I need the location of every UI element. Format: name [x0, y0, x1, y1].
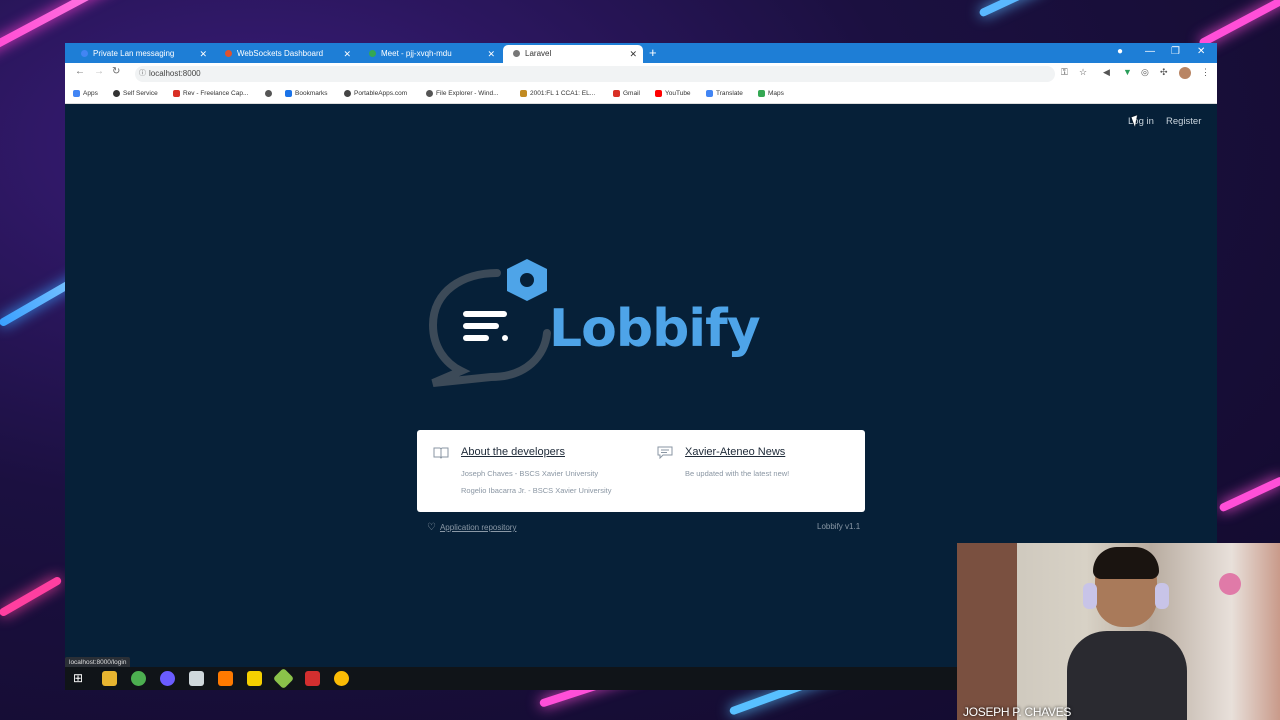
sourcetree-icon[interactable]	[272, 667, 295, 690]
tab-favicon-icon	[225, 50, 232, 58]
toolbar: ← → ↻ ⓘ localhost:8000 ⚿ ☆ ◀ ▼ ◎ ✣ ⋮	[65, 63, 1217, 86]
chrome-icon[interactable]	[131, 671, 146, 686]
acrobat-icon[interactable]	[305, 671, 320, 686]
tab-private-lan[interactable]: Private Lan messaging Applicati...✕	[71, 45, 213, 76]
book-icon	[433, 446, 449, 460]
bookmark-apps[interactable]: Apps	[73, 85, 98, 103]
bookmark-maps[interactable]: Maps	[758, 85, 784, 103]
headset-icon	[1083, 583, 1097, 609]
apps-grid-icon	[73, 89, 80, 97]
about-developers-link[interactable]: About the developers	[461, 446, 565, 458]
tab-meet[interactable]: Meet - pjj-xvqh-mdu ✕	[359, 45, 501, 63]
register-link[interactable]: Register	[1166, 116, 1201, 127]
translate-icon	[706, 89, 713, 97]
tab-title: Meet - pjj-xvqh-mdu	[381, 49, 452, 58]
key-icon[interactable]: ⚿	[1061, 67, 1068, 78]
maps-icon	[758, 89, 765, 97]
gmail-icon	[613, 89, 620, 97]
presenter-image	[1067, 547, 1187, 720]
repository-link[interactable]: ♡ Application repository	[427, 522, 516, 533]
chat-icon	[657, 446, 673, 460]
messenger-icon[interactable]	[160, 671, 175, 686]
menu-kebab-icon[interactable]: ⋮	[1201, 67, 1210, 78]
profile-icon[interactable]: ●	[1117, 43, 1123, 63]
bookmark-favicon-icon	[344, 89, 351, 97]
close-window-icon[interactable]: ✕	[1197, 43, 1205, 63]
puzzle-icon[interactable]: ✣	[1160, 67, 1168, 78]
webcam-background	[957, 543, 1017, 720]
star-icon	[285, 89, 292, 97]
youtube-icon	[655, 89, 662, 97]
chrome-alt-icon[interactable]	[334, 671, 349, 686]
lobbify-logo: Lobbify	[427, 259, 761, 389]
close-tab-icon[interactable]: ✕	[343, 45, 351, 63]
close-tab-icon[interactable]: ✕	[487, 45, 495, 63]
tab-title: Laravel	[525, 49, 552, 58]
tab-favicon-icon	[369, 50, 376, 58]
tab-websockets[interactable]: WebSockets Dashboard ✕	[215, 45, 357, 63]
extension-icon[interactable]: ◎	[1141, 67, 1149, 78]
presenter-name: JOSEPH P. CHAVES	[963, 705, 1072, 719]
xampp-icon[interactable]	[218, 671, 233, 686]
bookmark-star-icon[interactable]: ☆	[1079, 67, 1087, 78]
version-label: Lobbify v1.1	[817, 522, 861, 531]
bookmarks-bar: Apps Self Service Rev - Freelance Cap...…	[65, 85, 1217, 104]
bookmark-file-explorer[interactable]: File Explorer - Wind...	[426, 85, 499, 103]
bookmark-cca1[interactable]: 2001:FL 1 CCA1: EL...	[520, 85, 595, 103]
tab-laravel[interactable]: Laravel ✕	[503, 45, 643, 63]
bookmark-youtube[interactable]: YouTube	[655, 85, 691, 103]
bookmark-translate[interactable]: Translate	[706, 85, 743, 103]
news-subtitle: Be updated with the latest new!	[685, 469, 790, 478]
flower-decoration	[1219, 573, 1241, 595]
close-tab-icon[interactable]: ✕	[629, 45, 637, 63]
sticky-notes-icon[interactable]	[247, 671, 262, 686]
bookmark-portableapps[interactable]: PortableApps.com	[344, 85, 407, 103]
globe-icon	[426, 89, 433, 97]
windows-taskbar: ⊞	[65, 667, 957, 690]
info-card: About the developers Joseph Chaves - BSC…	[417, 430, 865, 512]
bookmark-favicon-icon	[113, 89, 120, 97]
reload-icon[interactable]: ↻	[112, 66, 120, 77]
minimize-icon[interactable]: —	[1145, 43, 1155, 63]
news-link[interactable]: Xavier-Ateneo News	[685, 446, 785, 458]
bookmark-favicon-icon	[520, 89, 527, 97]
restore-icon[interactable]: ❐	[1171, 43, 1180, 63]
logo-wordmark: Lobbify	[549, 299, 761, 359]
bookmark-bookmarks[interactable]: Bookmarks	[285, 85, 328, 103]
developer-line: Joseph Chaves - BSCS Xavier University	[461, 469, 599, 478]
close-tab-icon[interactable]: ✕	[199, 45, 207, 63]
site-info-icon[interactable]: ⓘ	[139, 66, 146, 82]
tab-bar: Private Lan messaging Applicati...✕ WebS…	[65, 43, 1217, 76]
sound-icon[interactable]: ◀	[1103, 67, 1110, 78]
globe-icon	[265, 89, 272, 97]
bookmark-favicon-icon	[173, 89, 180, 97]
heart-icon: ♡	[427, 522, 436, 533]
file-explorer-icon[interactable]	[102, 671, 117, 686]
bookmark-globe[interactable]	[265, 85, 275, 103]
address-bar[interactable]: ⓘ localhost:8000	[135, 66, 1055, 82]
repository-link-label: Application repository	[439, 523, 517, 532]
profile-avatar[interactable]	[1179, 67, 1191, 79]
windows-start-icon[interactable]: ⊞	[73, 671, 88, 686]
calendar-icon[interactable]	[189, 671, 204, 686]
back-icon[interactable]: ←	[75, 66, 85, 77]
bookmark-rev[interactable]: Rev - Freelance Cap...	[173, 85, 248, 103]
forward-icon[interactable]: →	[94, 66, 104, 77]
tab-title: WebSockets Dashboard	[237, 49, 324, 58]
tab-favicon-icon	[81, 50, 88, 58]
webcam-overlay: JOSEPH P. CHAVES	[957, 543, 1280, 720]
new-tab-button[interactable]: +	[649, 45, 657, 61]
bookmark-gmail[interactable]: Gmail	[613, 85, 640, 103]
address-text: localhost:8000	[149, 69, 201, 78]
tab-favicon-icon	[513, 50, 520, 58]
developer-line: Rogelio Ibacarra Jr. - BSCS Xavier Unive…	[461, 486, 612, 495]
bookmark-self-service[interactable]: Self Service	[113, 85, 158, 103]
vue-devtools-icon[interactable]: ▼	[1123, 67, 1132, 77]
